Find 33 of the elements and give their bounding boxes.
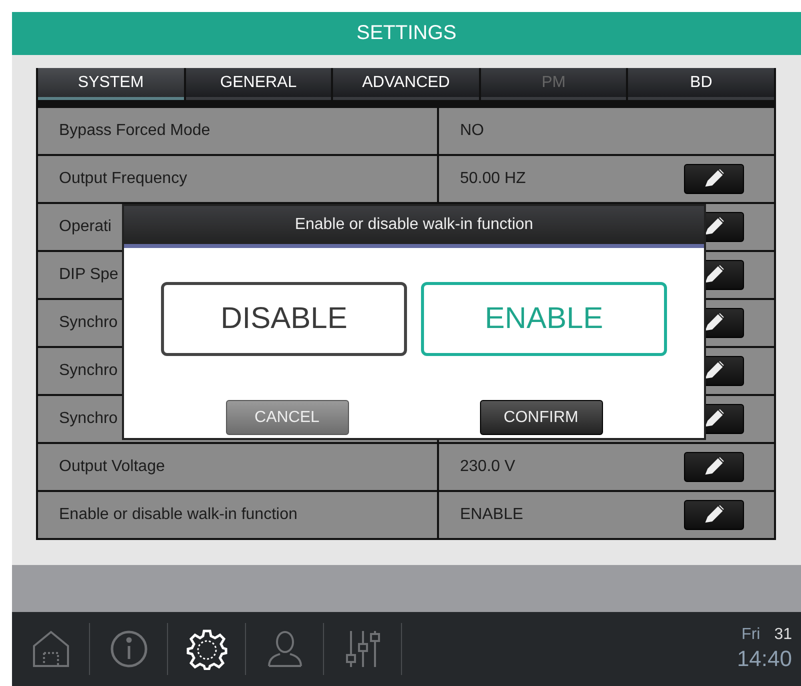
info-icon bbox=[108, 629, 148, 669]
dialog-title: Enable or disable walk-in function bbox=[124, 206, 704, 248]
pencil-icon bbox=[703, 505, 725, 525]
weekday: Fri bbox=[742, 626, 760, 644]
pencil-icon bbox=[703, 409, 725, 429]
setting-label: Output Voltage bbox=[38, 444, 437, 490]
setting-value: 230.0 V bbox=[439, 444, 774, 490]
edit-button[interactable] bbox=[684, 164, 744, 194]
setting-label: Bypass Forced Mode bbox=[38, 108, 437, 154]
pencil-icon bbox=[703, 169, 725, 189]
setting-value: 50.00 HZ bbox=[439, 156, 774, 202]
pencil-icon bbox=[703, 361, 725, 381]
pencil-icon bbox=[703, 313, 725, 333]
setting-value: ENABLE bbox=[439, 492, 774, 538]
tab[interactable]: GENERAL bbox=[186, 68, 332, 100]
option-button[interactable]: DISABLE bbox=[161, 282, 407, 356]
time: 14:40 bbox=[736, 646, 792, 672]
pencil-icon bbox=[703, 217, 725, 237]
tab[interactable]: ADVANCED bbox=[333, 68, 479, 100]
setting-label: Output Frequency bbox=[38, 156, 437, 202]
edit-button[interactable] bbox=[684, 500, 744, 530]
tab[interactable]: BD bbox=[628, 68, 774, 100]
confirm-button[interactable]: CONFIRM bbox=[480, 400, 602, 435]
home-icon bbox=[30, 629, 70, 669]
pencil-icon bbox=[703, 265, 725, 285]
setting-value: NO bbox=[439, 108, 774, 154]
date: 31 bbox=[774, 626, 792, 644]
tab[interactable]: SYSTEM bbox=[38, 68, 184, 100]
pencil-icon bbox=[703, 457, 725, 477]
settings-icon bbox=[186, 628, 228, 670]
setting-label: Enable or disable walk-in function bbox=[38, 492, 437, 538]
screen-title: SETTINGS bbox=[12, 12, 801, 55]
edit-button[interactable] bbox=[684, 452, 744, 482]
